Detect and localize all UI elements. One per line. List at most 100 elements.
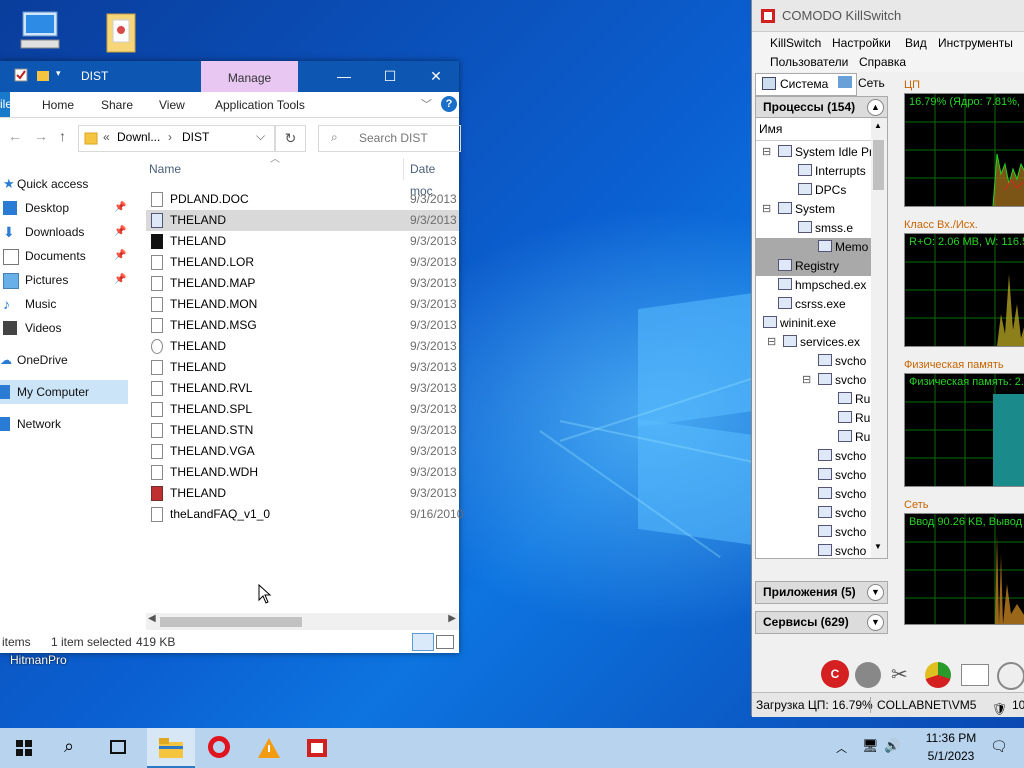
file-row[interactable]: THELAND 9/3/2013 xyxy=(146,357,459,378)
notification-icon[interactable]: 🗨 xyxy=(990,738,1008,755)
search-button[interactable]: ⌕ xyxy=(48,728,96,768)
collapse-toggle-icon[interactable]: ⊟ xyxy=(767,333,776,352)
chevron-up-icon[interactable]: ▲ xyxy=(867,99,884,116)
scroll-down-icon[interactable]: ▼ xyxy=(874,542,882,551)
nav-network[interactable]: Network xyxy=(0,412,128,436)
expand-ribbon-icon[interactable]: ﹀ xyxy=(421,96,432,112)
search-input[interactable]: ⌕ Search DIST xyxy=(318,125,461,152)
process-tree-row[interactable]: svcho xyxy=(756,447,871,466)
explorer-title-bar[interactable]: ▾ DIST Manage — ☐ ✕ xyxy=(0,61,459,92)
show-hidden-icons-icon[interactable]: ︿ xyxy=(836,740,847,756)
pie-chart-icon[interactable] xyxy=(925,662,951,688)
file-row[interactable]: THELAND.VGA 9/3/2013 xyxy=(146,441,459,462)
menu-killswitch[interactable]: KillSwitch xyxy=(770,36,821,50)
process-tree-row[interactable]: svcho xyxy=(756,485,871,504)
pin-icon[interactable]: 📌 xyxy=(114,196,126,220)
process-tree-row[interactable]: svcho xyxy=(756,542,871,558)
processes-section-header[interactable]: Процессы (154) ▲ xyxy=(755,96,888,119)
pin-icon[interactable]: 📌 xyxy=(114,220,126,244)
nav-onedrive[interactable]: ☁ OneDrive xyxy=(0,348,128,372)
process-tree-row[interactable]: Interrupts xyxy=(756,162,871,181)
start-button[interactable] xyxy=(0,728,48,768)
chevron-down-icon[interactable]: ▼ xyxy=(867,614,884,631)
clock-date[interactable]: 5/1/2023 xyxy=(916,749,986,763)
tree-column-header[interactable]: Имя xyxy=(756,118,871,141)
nav-music[interactable]: ♪ Music xyxy=(0,292,128,316)
refresh-button[interactable]: ↻ xyxy=(275,125,306,152)
process-tree-row[interactable]: ⊟ System xyxy=(756,200,871,219)
tools-icon[interactable]: ✂ xyxy=(891,662,908,687)
process-tree-row[interactable]: ⊟ wininit.exe xyxy=(756,314,871,333)
address-dropdown-icon[interactable]: ⌵ xyxy=(256,129,265,144)
help-icon[interactable]: ? xyxy=(441,96,457,112)
close-button[interactable]: ✕ xyxy=(413,61,459,92)
user-folder-desktop-icon[interactable] xyxy=(90,8,150,59)
file-tab[interactable]: ile xyxy=(0,92,10,117)
up-arrow-icon[interactable]: ↑ xyxy=(59,128,66,144)
file-row[interactable]: THELAND.MAP 9/3/2013 xyxy=(146,273,459,294)
network-status-icon[interactable]: 🖥 xyxy=(862,738,879,754)
process-tree-row[interactable]: svcho xyxy=(756,466,871,485)
tab-network[interactable]: Сеть xyxy=(834,73,908,94)
scroll-up-icon[interactable]: ▲ xyxy=(874,121,882,130)
file-row[interactable]: THELAND.STN 9/3/2013 xyxy=(146,420,459,441)
collapse-toggle-icon[interactable]: ⊟ xyxy=(762,200,771,219)
large-icons-view-icon[interactable] xyxy=(436,635,454,649)
forward-arrow-icon[interactable]: → xyxy=(34,128,48,144)
process-tree-row[interactable]: smss.e xyxy=(756,219,871,238)
file-row[interactable]: PDLAND.DOC 9/3/2013 xyxy=(146,189,459,210)
menu-view[interactable]: Вид xyxy=(905,36,927,50)
nav-documents[interactable]: Documents 📌 xyxy=(0,244,128,268)
services-section-header[interactable]: Сервисы (629) ▼ xyxy=(755,611,888,634)
tree-vertical-scrollbar[interactable]: ▲ ▼ xyxy=(871,118,887,558)
collapse-toggle-icon[interactable]: ⊟ xyxy=(802,371,811,390)
nav-downloads[interactable]: ⬇ Downloads 📌 xyxy=(0,220,128,244)
collapse-toggle-icon[interactable]: ⊟ xyxy=(756,314,757,333)
file-row[interactable]: THELAND.MSG 9/3/2013 xyxy=(146,315,459,336)
chevron-down-icon[interactable]: ▼ xyxy=(867,584,884,601)
address-prefix[interactable]: « xyxy=(103,130,110,144)
taskbar-app-orange[interactable] xyxy=(245,728,293,768)
pin-icon[interactable]: 📌 xyxy=(114,244,126,268)
menu-users[interactable]: Пользователи xyxy=(770,55,848,69)
details-view-icon[interactable] xyxy=(412,633,434,651)
breadcrumb-downloads[interactable]: Downl... xyxy=(117,130,160,144)
this-pc-desktop-icon[interactable] xyxy=(10,8,70,55)
column-header-date[interactable]: Date moc xyxy=(410,158,459,198)
process-tree-row[interactable]: svcho xyxy=(756,504,871,523)
clock-time[interactable]: 11:36 PM xyxy=(916,731,986,745)
chevron-down-icon[interactable]: ▾ xyxy=(56,68,70,82)
menu-tools[interactable]: Инструменты xyxy=(938,36,1013,50)
nav-my-computer[interactable]: My Computer xyxy=(0,380,128,404)
file-row[interactable]: THELAND.WDH 9/3/2013 xyxy=(146,462,459,483)
nav-desktop[interactable]: Desktop 📌 xyxy=(0,196,128,220)
scroll-left-icon[interactable]: ◀ xyxy=(148,613,156,624)
process-tree-row[interactable]: svcho xyxy=(756,523,871,542)
scroll-right-icon[interactable]: ▶ xyxy=(448,613,456,624)
new-folder-icon[interactable] xyxy=(36,68,50,82)
process-tree-row[interactable]: svcho xyxy=(756,352,871,371)
tab-view[interactable]: View xyxy=(159,98,185,112)
maximize-button[interactable]: ☐ xyxy=(367,61,413,92)
taskbar-killswitch[interactable] xyxy=(294,728,342,768)
window-search-icon[interactable] xyxy=(961,664,989,686)
tab-application-tools[interactable]: Application Tools xyxy=(215,98,305,112)
killswitch-title-bar[interactable]: COMODO KillSwitch xyxy=(752,0,1024,32)
menu-settings[interactable]: Настройки xyxy=(832,36,891,50)
file-row[interactable]: THELAND.MON 9/3/2013 xyxy=(146,294,459,315)
hitmanpro-desktop-label[interactable]: HitmanPro xyxy=(10,653,67,667)
menu-help[interactable]: Справка xyxy=(859,55,906,69)
back-arrow-icon[interactable]: ← xyxy=(8,128,22,144)
process-tree-row[interactable]: Ru xyxy=(756,390,871,409)
process-tree-row[interactable]: Registry xyxy=(756,257,871,276)
column-divider[interactable] xyxy=(403,158,404,180)
process-tree-row[interactable]: ⊟ System Idle Pr xyxy=(756,143,873,162)
taskbar-file-explorer[interactable] xyxy=(147,728,195,768)
process-tree-row[interactable]: ⊟ services.ex xyxy=(756,333,871,352)
process-tree-row[interactable]: Ru xyxy=(756,409,871,428)
applications-section-header[interactable]: Приложения (5) ▼ xyxy=(755,581,888,604)
process-tree-row[interactable]: DPCs xyxy=(756,181,871,200)
collapse-toggle-icon[interactable]: ⊟ xyxy=(762,143,771,162)
file-row[interactable]: THELAND 9/3/2013 xyxy=(146,336,459,357)
process-tree-row[interactable]: ⊟ svcho xyxy=(756,371,871,390)
